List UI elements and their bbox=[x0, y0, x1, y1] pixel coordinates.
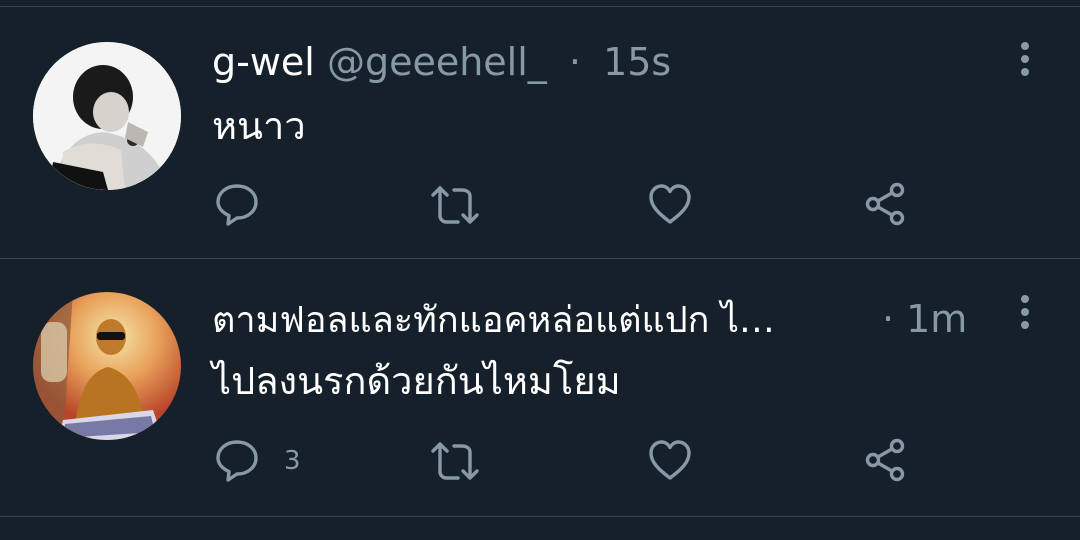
more-icon[interactable] bbox=[1012, 293, 1038, 333]
like-icon bbox=[649, 440, 691, 480]
reply-button[interactable] bbox=[214, 438, 260, 488]
tweet-header: g-wel @geeehell_ · 15s bbox=[212, 40, 671, 84]
timeline: g-wel @geeehell_ · 15s หนาว ตามฟอลและทัก… bbox=[0, 0, 1080, 540]
tweet-header: ตามฟอลและทักแอคหล่อแต่แปก ไ… bbox=[212, 297, 775, 343]
avatar[interactable] bbox=[33, 292, 181, 440]
tweet-1[interactable]: g-wel @geeehell_ · 15s หนาว bbox=[0, 0, 1080, 258]
retweet-button[interactable] bbox=[430, 182, 480, 232]
tweet-meta: · 1m bbox=[882, 297, 967, 341]
share-icon bbox=[865, 438, 905, 482]
avatar[interactable] bbox=[33, 42, 181, 190]
retweet-icon bbox=[431, 186, 479, 224]
reply-button[interactable] bbox=[214, 182, 260, 232]
reply-icon bbox=[216, 184, 258, 226]
tweet-2[interactable]: ตามฟอลและทักแอคหล่อแต่แปก ไ… · 1m ไปลงนรก… bbox=[0, 259, 1080, 517]
timestamp[interactable]: 1m bbox=[906, 297, 967, 341]
tweet-text: ไปลงนรกด้วยกันไหมโยม bbox=[212, 359, 621, 403]
like-button[interactable] bbox=[648, 438, 692, 486]
share-button[interactable] bbox=[864, 182, 908, 230]
divider-bottom bbox=[0, 516, 1080, 517]
retweet-button[interactable] bbox=[430, 438, 480, 488]
timestamp[interactable]: 15s bbox=[603, 40, 671, 84]
retweet-icon bbox=[431, 442, 479, 480]
separator-dot: · bbox=[882, 297, 895, 341]
display-name[interactable]: ตามฟอลและทักแอคหล่อแต่แปก ไ… bbox=[212, 300, 775, 341]
display-name[interactable]: g-wel bbox=[212, 40, 315, 84]
reply-icon bbox=[216, 440, 258, 482]
share-button[interactable] bbox=[864, 438, 908, 486]
separator-dot: · bbox=[568, 40, 581, 84]
more-icon[interactable] bbox=[1012, 40, 1038, 80]
reply-count: 3 bbox=[284, 446, 301, 476]
handle[interactable]: @geeehell_ bbox=[327, 40, 547, 84]
like-icon bbox=[649, 184, 691, 224]
like-button[interactable] bbox=[648, 182, 692, 230]
share-icon bbox=[865, 182, 905, 226]
tweet-text: หนาว bbox=[212, 104, 306, 148]
